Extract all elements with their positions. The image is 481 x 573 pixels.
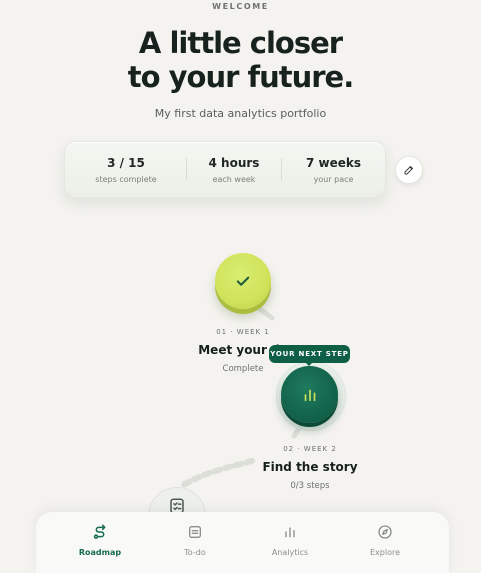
nav-todo[interactable]: To-do <box>155 512 235 573</box>
nav-analytics[interactable]: Analytics <box>250 512 330 573</box>
compass-icon <box>378 525 392 539</box>
nav-roadmap[interactable]: Roadmap <box>60 512 140 573</box>
step-2-status: 0/3 steps <box>290 481 330 491</box>
next-step-badge-pointer <box>305 362 313 366</box>
step-1-node[interactable] <box>215 253 271 309</box>
bottom-nav: Roadmap To-do Analytics Explore <box>36 512 449 573</box>
next-step-badge: YOUR NEXT STEP <box>269 345 350 363</box>
route-icon <box>93 524 106 539</box>
bar-chart-icon <box>285 527 295 538</box>
step-2-node[interactable] <box>281 366 338 423</box>
nav-todo-label: To-do <box>184 548 206 557</box>
todo-icon <box>189 526 201 538</box>
step-2-meta: 02 · WEEK 2 <box>283 445 337 453</box>
step-1-meta: 01 · WEEK 1 <box>216 328 270 336</box>
check-icon <box>236 276 250 286</box>
bar-chart-icon <box>304 389 315 401</box>
step-2-title[interactable]: Find the story <box>250 460 370 474</box>
nav-roadmap-label: Roadmap <box>78 548 122 557</box>
nav-explore-label: Explore <box>369 548 401 557</box>
nav-analytics-label: Analytics <box>271 548 309 557</box>
nav-explore[interactable]: Explore <box>345 512 425 573</box>
